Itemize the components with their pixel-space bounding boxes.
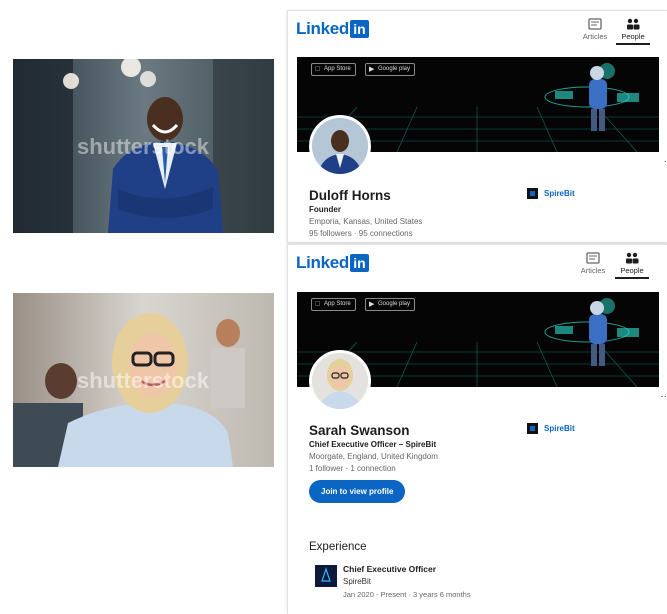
stock-photo-woman: shutterstock [13,293,274,467]
watermark: shutterstock [77,134,210,159]
linkedin-profile-card-1: Linked in Articles People  [287,10,667,242]
nav-people[interactable]: People [616,18,650,45]
linkedin-logo[interactable]: Linked in [296,253,369,273]
articles-icon [588,18,602,30]
current-company[interactable]: SpireBit [527,188,575,199]
experience-dates: Jan 2020 - Present · 3 years 6 months [343,590,471,599]
apple-icon:  [315,299,320,310]
nav-articles[interactable]: Articles [578,18,612,41]
people-icon [627,18,640,30]
nav-articles-label: Articles [580,266,606,275]
profile-name: Sarah Swanson [309,423,410,438]
experience-company[interactable]: SpireBit [343,577,371,586]
app-store-label: App Store [324,301,351,307]
join-to-view-profile-button[interactable]: Join to view profile [309,480,406,503]
spirebit-logo-icon [315,565,337,587]
profile-name: Duloff Horns [309,188,391,203]
app-store-badge[interactable]:  App Store [311,63,356,76]
play-icon: ▶ [369,301,375,308]
logo-in: in [350,20,369,38]
profile-location: Emporia, Kansas, United States [309,217,423,226]
more-options-icon[interactable]: · [664,156,667,167]
profile-stats: 1 follower · 1 connection [309,464,396,473]
nav-articles-label: Articles [582,32,608,41]
company-name: SpireBit [544,189,575,198]
google-play-badge[interactable]: ▶ Google play [365,298,416,311]
card-header: Linked in Articles People [288,11,667,51]
nav-people-label: People [621,32,645,41]
google-play-label: Google play [378,301,411,307]
play-icon: ▶ [369,66,375,73]
apple-icon:  [315,64,320,75]
profile-headline: Chief Executive Officer – SpireBit [309,440,437,449]
linkedin-profile-card-2: Linked in Articles People  [287,244,667,614]
google-play-badge[interactable]: ▶ Google play [365,63,416,76]
profile-location: Moorgate, England, United Kingdom [309,452,438,461]
watermark: shutterstock [77,368,210,393]
nav-people-label: People [620,266,644,275]
company-name: SpireBit [544,424,575,433]
app-store-badge[interactable]:  App Store [311,298,356,311]
people-icon [626,252,639,264]
articles-icon [586,252,600,264]
nav-articles[interactable]: Articles [576,252,610,275]
company-logo-icon [527,188,538,199]
card-header: Linked in Articles People [288,245,667,285]
google-play-label: Google play [378,66,411,72]
logo-text: Linked [296,253,349,272]
stock-photo-man: shutterstock [13,59,274,233]
avatar[interactable] [309,350,371,412]
profile-headline: Founder [309,205,341,214]
logo-in: in [350,254,369,272]
company-logo-icon [527,423,538,434]
profile-stats: 95 followers · 95 connections [309,229,413,238]
avatar[interactable] [309,115,371,177]
experience-company-logo[interactable] [315,565,337,587]
linkedin-logo[interactable]: Linked in [296,19,369,39]
more-options-icon[interactable]: ·· [660,391,667,402]
logo-text: Linked [296,19,349,38]
nav-people[interactable]: People [615,252,649,279]
app-store-label: App Store [324,66,351,72]
experience-section-title: Experience [309,541,367,553]
experience-title[interactable]: Chief Executive Officer [343,564,436,574]
current-company[interactable]: SpireBit [527,423,575,434]
